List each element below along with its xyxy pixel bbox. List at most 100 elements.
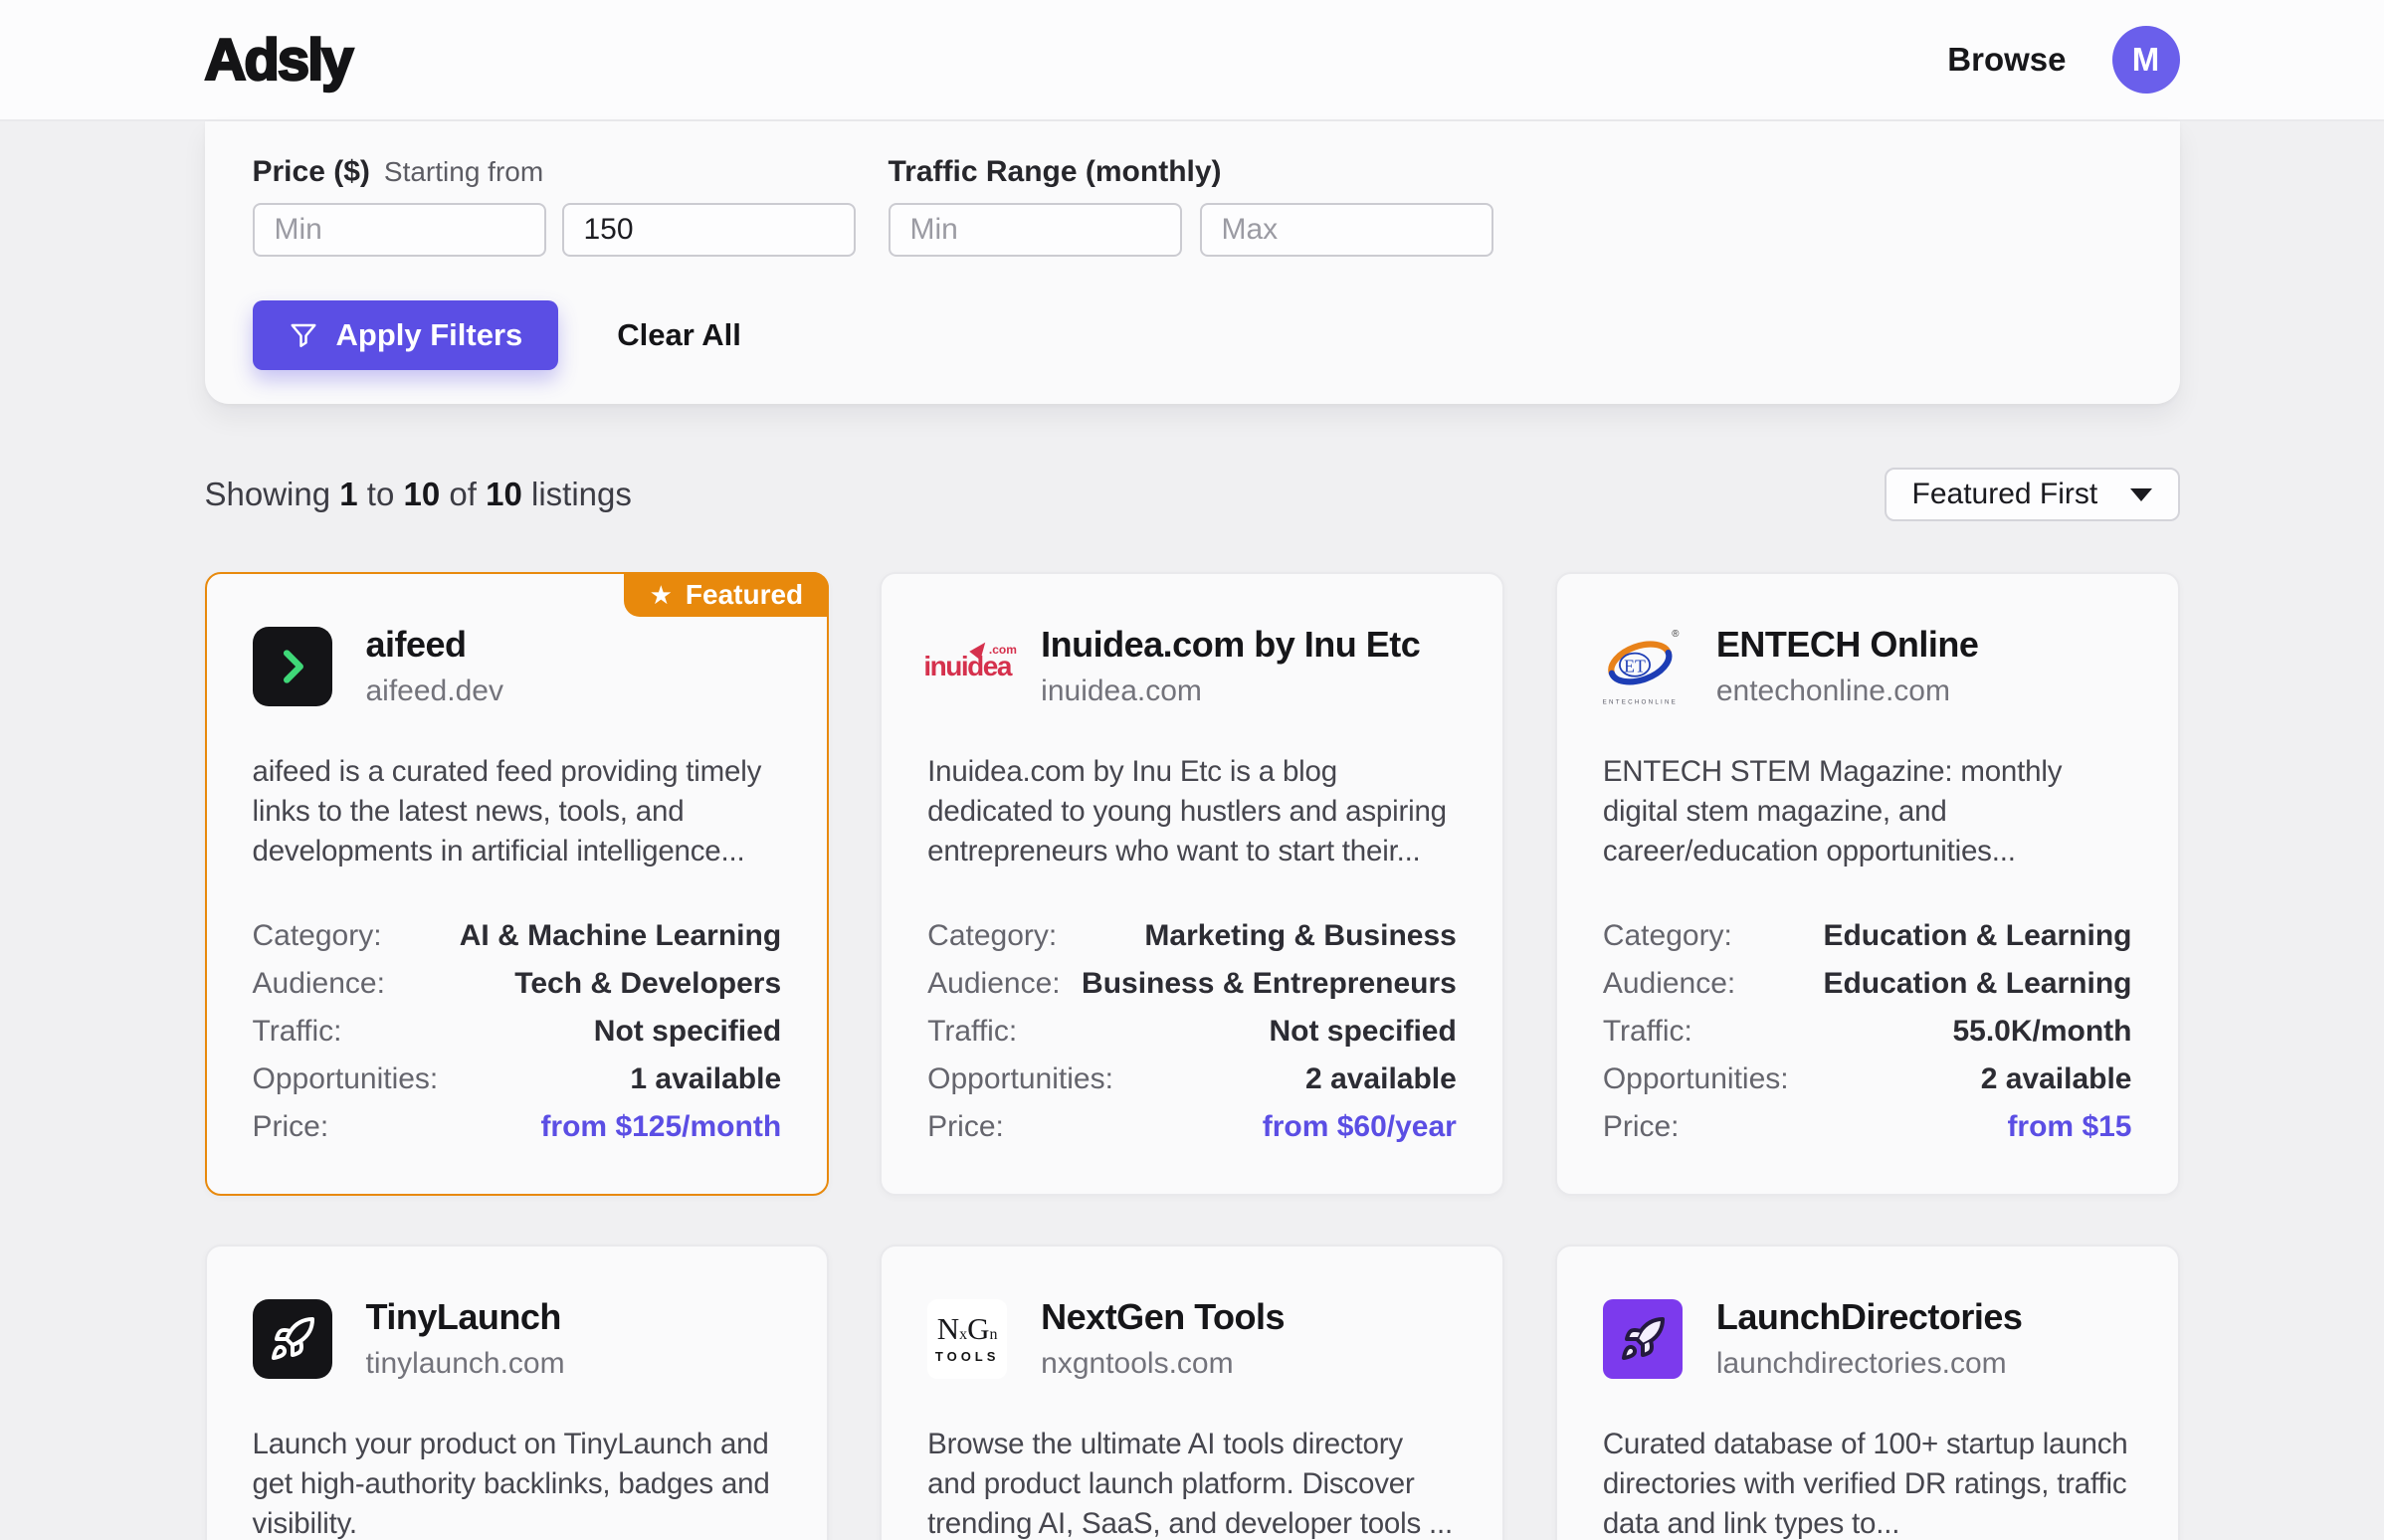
price-starting-input[interactable] bbox=[562, 203, 856, 257]
svg-text:®: ® bbox=[1672, 628, 1680, 639]
detail-row: Category: Education & Learning bbox=[1603, 919, 2132, 953]
detail-label: Audience: bbox=[927, 967, 1060, 1001]
nav-browse-link[interactable]: Browse bbox=[1947, 41, 2066, 79]
featured-badge: ★ Featured bbox=[624, 572, 830, 617]
listing-description: Curated database of 100+ startup launch … bbox=[1603, 1425, 2132, 1540]
detail-row: Audience: Business & Entrepreneurs bbox=[927, 967, 1457, 1001]
listing-title: Inuidea.com by Inu Etc bbox=[1041, 624, 1420, 666]
listing-description: Inuidea.com by Inu Etc is a blog dedicat… bbox=[927, 752, 1457, 871]
chevron-right-icon bbox=[253, 627, 332, 706]
listing-title: NextGen Tools bbox=[1041, 1296, 1285, 1338]
listing-description: Launch your product on TinyLaunch and ge… bbox=[253, 1425, 782, 1540]
listing-domain: aifeed.dev bbox=[366, 674, 503, 708]
nxgn-wordmark-logo: NxGn bbox=[937, 1313, 998, 1344]
detail-label: Category: bbox=[1603, 919, 1732, 953]
detail-label: Price: bbox=[927, 1110, 1004, 1144]
detail-value: Education & Learning bbox=[1823, 919, 2131, 953]
detail-value: Marketing & Business bbox=[1144, 919, 1456, 953]
listing-details: Category: Education & Learning Audience: Ed… bbox=[1603, 919, 2132, 1144]
listing-title: ENTECH Online bbox=[1716, 624, 1979, 666]
detail-row: Price: from $15 bbox=[1603, 1110, 2132, 1144]
detail-label: Audience: bbox=[253, 967, 385, 1001]
detail-value: Tech & Developers bbox=[514, 967, 781, 1001]
listing-card[interactable]: ET ® ENTECHONLINE ENTECH Online entechonli… bbox=[1555, 572, 2180, 1196]
inuidea-wordmark-logo: inuidea.com bbox=[923, 651, 1011, 682]
summary-to: 10 bbox=[404, 476, 441, 512]
app-logo[interactable]: Adsly bbox=[205, 27, 352, 94]
svg-text:ET: ET bbox=[1624, 656, 1646, 675]
detail-row: Price: from $125/month bbox=[253, 1110, 782, 1144]
listing-domain: nxgntools.com bbox=[1041, 1347, 1285, 1381]
detail-price-value: from $15 bbox=[2007, 1110, 2131, 1144]
traffic-min-input[interactable] bbox=[889, 203, 1182, 257]
detail-label: Category: bbox=[927, 919, 1057, 953]
detail-label: Opportunities: bbox=[927, 1062, 1113, 1096]
listing-card[interactable]: NxGnTOOLS NextGen Tools nxgntools.com Br… bbox=[880, 1245, 1504, 1540]
listing-details: Category: Marketing & Business Audience: Bu… bbox=[927, 919, 1457, 1144]
chevron-right-icon bbox=[270, 644, 315, 689]
detail-label: Price: bbox=[1603, 1110, 1680, 1144]
detail-row: Traffic: 55.0K/month bbox=[1603, 1015, 2132, 1049]
listing-description: ENTECH STEM Magazine: monthly digital st… bbox=[1603, 752, 2132, 871]
detail-price-value: from $60/year bbox=[1263, 1110, 1457, 1144]
detail-value: 2 available bbox=[1305, 1062, 1457, 1096]
listing-card[interactable]: ★ Featured aifeed aifeed.dev aifeed is a… bbox=[205, 572, 830, 1196]
user-avatar[interactable]: M bbox=[2112, 26, 2180, 94]
listings-grid: ★ Featured aifeed aifeed.dev aifeed is a… bbox=[205, 572, 2180, 1540]
listing-description: Browse the ultimate AI tools directory a… bbox=[927, 1425, 1457, 1540]
listing-card[interactable]: TinyLaunch tinylaunch.com Launch your pr… bbox=[205, 1245, 830, 1540]
rocket-icon bbox=[1603, 1299, 1683, 1379]
listing-description: aifeed is a curated feed providing timel… bbox=[253, 752, 782, 871]
detail-value: 2 available bbox=[1981, 1062, 2132, 1096]
summary-total: 10 bbox=[486, 476, 522, 512]
price-filter-sublabel: Starting from bbox=[384, 156, 543, 188]
featured-badge-label: Featured bbox=[686, 579, 803, 611]
detail-label: Traffic: bbox=[927, 1015, 1017, 1049]
detail-row: Audience: Education & Learning bbox=[1603, 967, 2132, 1001]
detail-value: Not specified bbox=[1269, 1015, 1456, 1049]
detail-row: Opportunities:1 available bbox=[253, 1062, 782, 1096]
traffic-max-input[interactable] bbox=[1200, 203, 1493, 257]
detail-value: AI & Machine Learning bbox=[460, 919, 781, 953]
avatar-initial: M bbox=[2132, 41, 2160, 79]
main-content: Price ($) Starting from Traffic Range (m… bbox=[205, 121, 2180, 1540]
detail-row: Price: from $60/year bbox=[927, 1110, 1457, 1144]
filter-funnel-icon bbox=[289, 320, 318, 350]
detail-value: Education & Learning bbox=[1823, 967, 2131, 1001]
listing-card[interactable]: inuidea.com Inuidea.com by Inu Etc inuid… bbox=[880, 572, 1504, 1196]
chevron-down-icon bbox=[2130, 488, 2152, 501]
listing-card[interactable]: LaunchDirectories launchdirectories.com … bbox=[1555, 1245, 2180, 1540]
detail-label: Category: bbox=[253, 919, 382, 953]
entech-swoosh-logo: ET ® ENTECHONLINE bbox=[1603, 624, 1683, 709]
detail-row: Traffic: Not specified bbox=[927, 1015, 1457, 1049]
summary-from: 1 bbox=[339, 476, 357, 512]
detail-row: Category: Marketing & Business bbox=[927, 919, 1457, 953]
listing-domain: entechonline.com bbox=[1716, 674, 1979, 708]
listing-details: Category: AI & Machine Learning Audience: T… bbox=[253, 919, 782, 1144]
detail-row: Category: AI & Machine Learning bbox=[253, 919, 782, 953]
detail-value: Business & Entrepreneurs bbox=[1082, 967, 1457, 1001]
listing-title: TinyLaunch bbox=[366, 1296, 565, 1338]
clear-all-button[interactable]: Clear All bbox=[617, 317, 741, 353]
detail-label: Traffic: bbox=[253, 1015, 342, 1049]
detail-price-value: from $125/month bbox=[540, 1110, 781, 1144]
sort-dropdown[interactable]: Featured First bbox=[1885, 468, 2180, 521]
detail-label: Opportunities: bbox=[253, 1062, 439, 1096]
detail-label: Traffic: bbox=[1603, 1015, 1692, 1049]
detail-row: Opportunities:2 available bbox=[1603, 1062, 2132, 1096]
app-header: Adsly Browse M bbox=[0, 0, 2384, 121]
detail-label: Audience: bbox=[1603, 967, 1735, 1001]
detail-row: Traffic:Not specified bbox=[253, 1015, 782, 1049]
detail-row: Audience: Tech & Developers bbox=[253, 967, 782, 1001]
detail-row: Opportunities: 2 available bbox=[927, 1062, 1457, 1096]
listing-domain: launchdirectories.com bbox=[1716, 1347, 2023, 1381]
detail-label: Price: bbox=[253, 1110, 329, 1144]
traffic-filter-group: Traffic Range (monthly) bbox=[889, 155, 1493, 257]
price-min-input[interactable] bbox=[253, 203, 546, 257]
price-filter-group: Price ($) Starting from bbox=[253, 155, 856, 257]
apply-filters-button[interactable]: Apply Filters bbox=[253, 300, 559, 370]
svg-text:ENTECHONLINE: ENTECHONLINE bbox=[1603, 698, 1678, 705]
listing-title: aifeed bbox=[366, 624, 503, 666]
detail-value: 55.0K/month bbox=[1952, 1015, 2131, 1049]
results-summary: Showing 1 to 10 of 10 listings bbox=[205, 476, 632, 513]
